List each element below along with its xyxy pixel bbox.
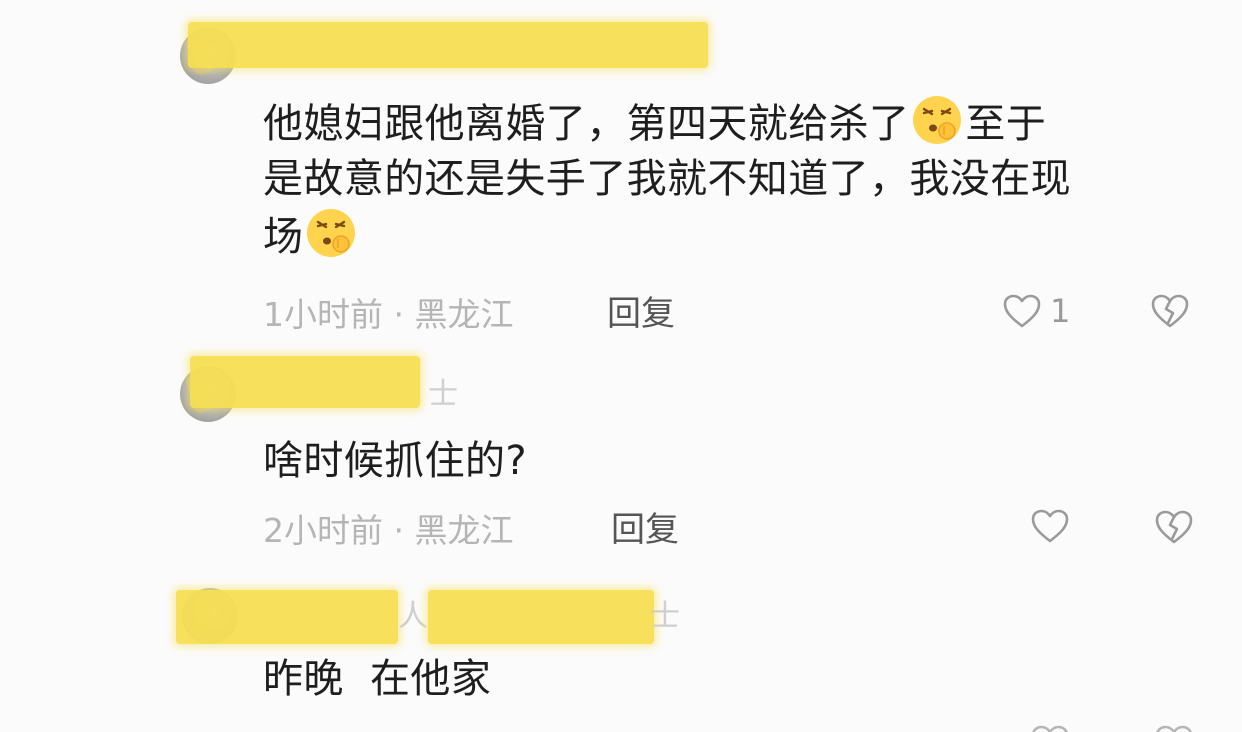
comment-text: 昨晚 在他家: [263, 656, 492, 702]
comment-text: 啥时候抓住的?: [263, 438, 528, 484]
username-suffix: 士: [428, 377, 458, 412]
username-suffix: 人: [398, 599, 428, 634]
comment-line-3: 场: [263, 207, 1071, 265]
redacted-username: [176, 590, 398, 644]
comment-text: 他媳妇跟他离婚了，第四天就给杀了 至于 是故意的还是失手了我就不知道了，我没在现 …: [263, 94, 1071, 265]
shushing-face-icon: [305, 207, 357, 259]
reply-button[interactable]: 回复: [611, 513, 679, 547]
comment-meta: 1小时前 · 黑龙江: [263, 298, 514, 331]
comment-list: 他媳妇跟他离婚了，第四天就给杀了 至于 是故意的还是失手了我就不知道了，我没在现 …: [0, 0, 1242, 732]
heart-icon: [1002, 293, 1042, 329]
reply-button[interactable]: 回复: [607, 297, 675, 331]
dislike-button[interactable]: [1154, 509, 1194, 545]
heart-icon: [1030, 508, 1070, 544]
location: 黑龙江: [414, 511, 514, 550]
username-suffix: 士: [650, 599, 680, 634]
like-button[interactable]: [1030, 508, 1078, 544]
like-button[interactable]: 1: [1002, 292, 1070, 330]
comment-line-2: 是故意的还是失手了我就不知道了，我没在现: [263, 156, 1071, 202]
heart-icon: [1030, 724, 1070, 732]
redacted-username: [188, 22, 708, 68]
broken-heart-icon: [1154, 724, 1194, 732]
shushing-face-icon: [911, 94, 963, 146]
like-button[interactable]: [1030, 724, 1070, 732]
broken-heart-icon: [1150, 293, 1190, 329]
timestamp: 1小时前: [263, 295, 383, 334]
location: 黑龙江: [414, 295, 514, 334]
timestamp: 2小时前: [263, 511, 383, 550]
broken-heart-icon: [1154, 509, 1194, 545]
like-count: 1: [1050, 292, 1071, 330]
redacted-username: [428, 590, 654, 644]
dislike-button[interactable]: [1154, 724, 1194, 732]
comment-line-1: 他媳妇跟他离婚了，第四天就给杀了 至于: [263, 94, 1071, 152]
meta-separator: ·: [393, 511, 405, 550]
comment-meta: 2小时前 · 黑龙江: [263, 514, 514, 547]
redacted-username: [190, 356, 420, 408]
meta-separator: ·: [393, 295, 405, 334]
dislike-button[interactable]: [1150, 293, 1190, 329]
